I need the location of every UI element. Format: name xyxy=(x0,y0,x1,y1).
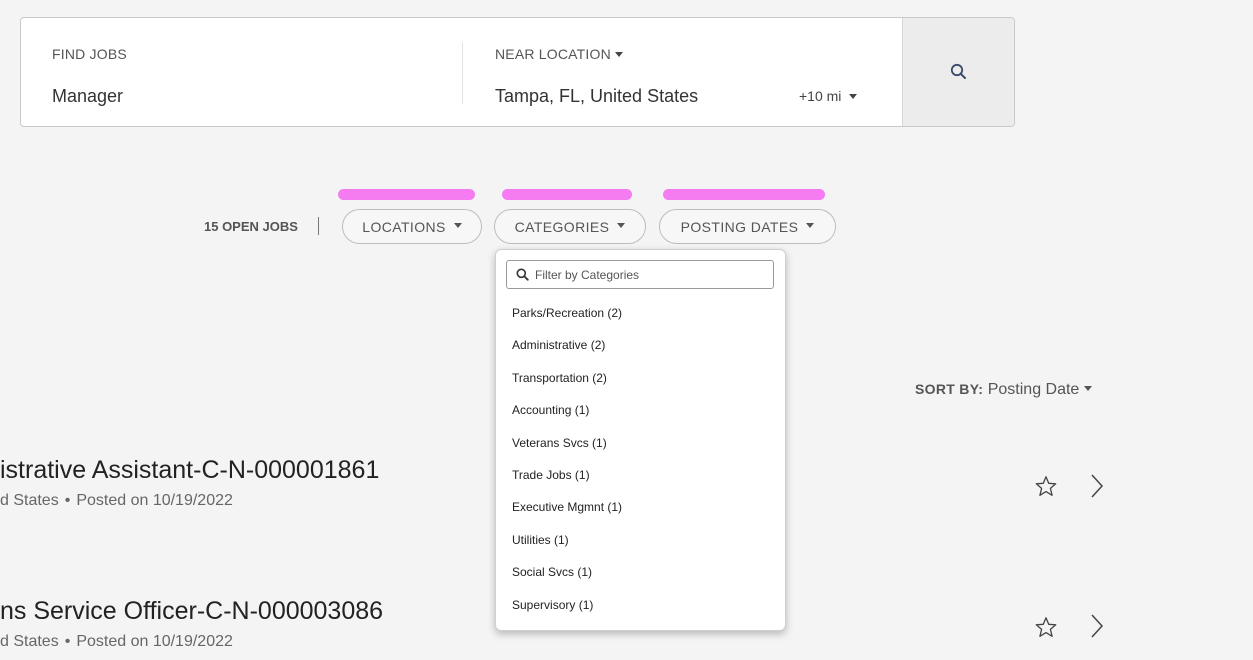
categories-highlight-bar xyxy=(502,189,632,200)
categories-filter-label: CATEGORIES xyxy=(514,218,610,235)
category-filter-field[interactable] xyxy=(506,260,774,289)
sort-by-label: SORT BY: xyxy=(915,381,984,397)
search-icon xyxy=(950,63,966,79)
posting-dates-highlight-bar xyxy=(663,189,825,200)
sort-by-dropdown[interactable]: SORT BY: Posting Date xyxy=(915,381,1093,399)
locations-filter-label: LOCATIONS xyxy=(362,218,446,235)
caret-down-icon xyxy=(849,93,858,99)
job-meta: d States • Posted on 10/19/2022 xyxy=(0,633,233,651)
categories-dropdown: Parks/Recreation (2) Administrative (2) … xyxy=(495,249,786,631)
job-location: d States xyxy=(0,633,59,650)
radius-value: +10 mi xyxy=(799,88,842,104)
chevron-right-icon xyxy=(1091,614,1104,638)
job-meta: d States • Posted on 10/19/2022 xyxy=(0,492,233,510)
search-button[interactable] xyxy=(902,18,1014,126)
caret-down-icon xyxy=(617,223,626,228)
category-option[interactable]: Social Svcs (1) xyxy=(512,564,622,596)
star-outline-icon xyxy=(1035,476,1057,496)
count-divider xyxy=(318,217,319,235)
job-search-panel: FIND JOBS Manager NEAR LOCATION Tampa, F… xyxy=(20,17,1015,127)
panel-divider xyxy=(462,42,463,104)
caret-down-icon xyxy=(453,223,462,228)
categories-filter-button[interactable]: CATEGORIES xyxy=(494,209,646,244)
location-input[interactable]: Tampa, FL, United States xyxy=(495,86,698,107)
open-jobs-count: 15 OPEN JOBS xyxy=(204,219,298,234)
separator-dot: • xyxy=(64,492,71,509)
sort-by-value: Posting Date xyxy=(987,381,1080,398)
favorite-star-icon[interactable] xyxy=(1034,616,1058,644)
posting-dates-filter-label: POSTING DATES xyxy=(680,218,799,235)
category-option[interactable]: Accounting (1) xyxy=(512,402,622,434)
star-outline-icon xyxy=(1035,617,1057,637)
job-posted-date: Posted on 10/19/2022 xyxy=(76,492,233,509)
open-job-chevron-icon[interactable] xyxy=(1089,472,1105,505)
caret-down-icon xyxy=(614,51,623,57)
category-option[interactable]: Trade Jobs (1) xyxy=(512,467,622,499)
find-jobs-input[interactable]: Manager xyxy=(52,86,123,107)
posting-dates-filter-button[interactable]: POSTING DATES xyxy=(659,209,836,244)
open-job-chevron-icon[interactable] xyxy=(1089,612,1105,645)
category-option[interactable]: Transportation (2) xyxy=(512,370,622,402)
locations-filter-button[interactable]: LOCATIONS xyxy=(342,209,482,244)
category-option[interactable]: Administrative (2) xyxy=(512,337,622,369)
category-option[interactable]: Parks/Recreation (2) xyxy=(512,305,622,337)
favorite-star-icon[interactable] xyxy=(1034,475,1058,503)
job-title[interactable]: istrative Assistant-C-N-000001861 xyxy=(0,456,379,485)
category-option-list: Parks/Recreation (2) Administrative (2) … xyxy=(512,305,622,629)
radius-select[interactable]: +10 mi xyxy=(799,88,858,104)
job-posted-date: Posted on 10/19/2022 xyxy=(76,633,233,650)
job-location: d States xyxy=(0,492,59,509)
near-location-label: NEAR LOCATION xyxy=(495,46,611,62)
near-location-dropdown[interactable]: NEAR LOCATION xyxy=(495,46,623,62)
find-jobs-label: FIND JOBS xyxy=(52,46,127,62)
category-option[interactable]: Supervisory (1) xyxy=(512,597,622,629)
chevron-right-icon xyxy=(1091,474,1104,498)
caret-down-icon xyxy=(806,223,815,228)
locations-highlight-bar xyxy=(338,189,475,200)
category-filter-input[interactable] xyxy=(535,267,755,282)
category-option[interactable]: Utilities (1) xyxy=(512,532,622,564)
caret-down-icon xyxy=(1084,386,1093,392)
search-icon xyxy=(516,268,529,281)
job-title[interactable]: ns Service Officer-C-N-000003086 xyxy=(0,597,383,626)
separator-dot: • xyxy=(64,633,71,650)
category-option[interactable]: Veterans Svcs (1) xyxy=(512,435,622,467)
category-option[interactable]: Executive Mgmnt (1) xyxy=(512,499,622,531)
